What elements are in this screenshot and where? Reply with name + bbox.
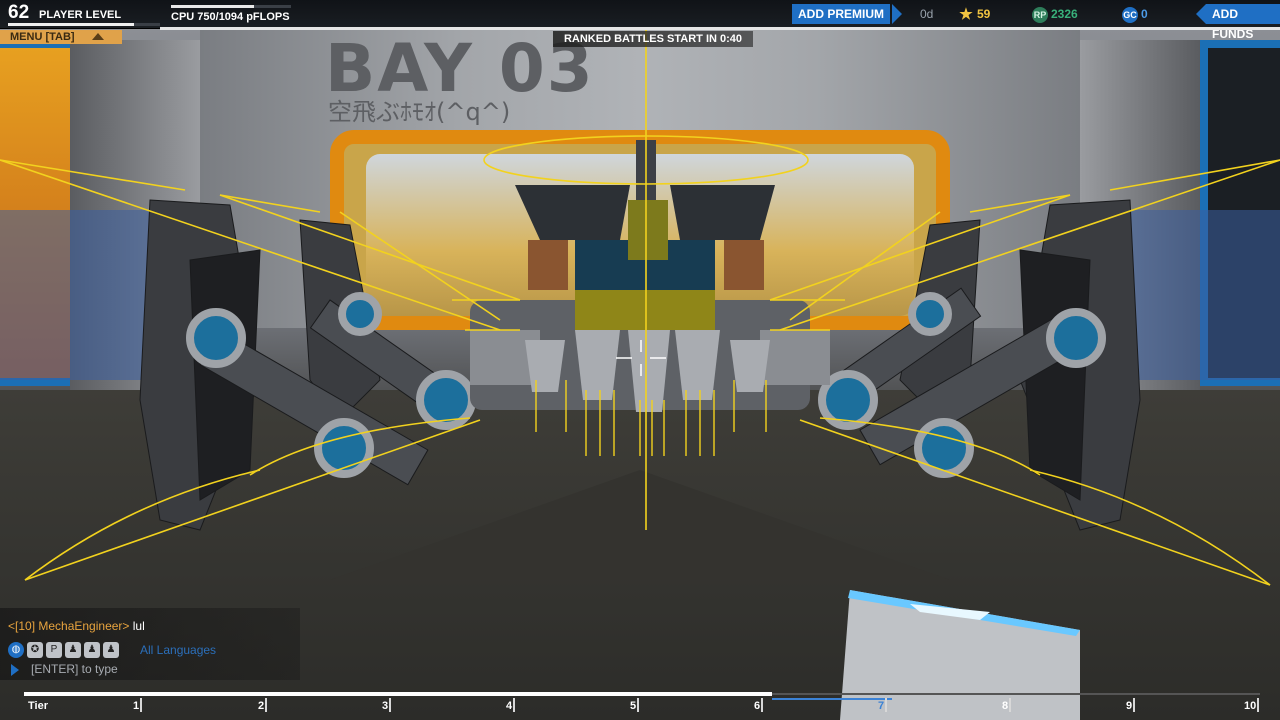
tier-4-button[interactable]: 4 (506, 700, 512, 712)
player-level-label: PLAYER LEVEL (39, 9, 122, 21)
galaxy-coins-value: 0 (1141, 7, 1148, 21)
tier-tick (389, 698, 391, 712)
robits-stat: RP 2326 (1032, 5, 1078, 23)
level-progress-bar (8, 23, 160, 26)
tier-tick (140, 698, 142, 712)
left-legs (139, 199, 462, 531)
menu-arrow-icon (92, 33, 104, 40)
chat-caret-icon (11, 664, 19, 676)
robits-value: 2326 (1051, 7, 1078, 21)
star-icon: ★ (959, 5, 973, 23)
chat-language-selector[interactable]: All Languages (140, 643, 216, 657)
tier-label: Tier (28, 700, 48, 712)
tier-tick (761, 698, 763, 712)
tier-progress-fill (24, 692, 772, 696)
top-divider (160, 27, 1280, 30)
ranked-countdown: RANKED BATTLES START IN 0:40 (553, 31, 753, 47)
galaxy-coin-icon: GC (1122, 6, 1138, 23)
stars-stat: ★ 59 (958, 5, 990, 23)
tier-tick (513, 698, 515, 712)
tier-1-button[interactable]: 1 (133, 700, 139, 712)
chat-sender[interactable]: <[10] MechaEngineer> (8, 619, 129, 633)
chat-message: <[10] MechaEngineer> lul (8, 619, 145, 633)
chat-message-text: lul (132, 619, 145, 633)
tier-tick (1009, 698, 1011, 712)
chat-input-placeholder[interactable]: [ENTER] to type (31, 662, 118, 676)
add-funds-button[interactable]: ADD FUNDS (1206, 4, 1280, 41)
globe-icon[interactable]: ◍ (8, 641, 24, 658)
funds-arrow-icon (1196, 4, 1206, 24)
tier-tick (637, 698, 639, 712)
tier-tick (885, 698, 887, 712)
galaxy-coins-stat: GC 0 (1122, 5, 1148, 23)
tier-2-button[interactable]: 2 (258, 700, 264, 712)
friend-icon[interactable]: ♟ (65, 641, 81, 658)
group-icon[interactable]: ♟ (103, 641, 119, 658)
player-level-value: 62 (8, 2, 30, 23)
premium-arrow-icon (892, 4, 902, 24)
tier-3-button[interactable]: 3 (382, 700, 388, 712)
robot-body (470, 140, 830, 412)
tier-10-button[interactable]: 10 (1244, 700, 1256, 712)
chat-channel-icons: ◍ ✪ P ♟ ♟ ♟ (8, 641, 122, 659)
party-icon[interactable]: P (46, 641, 62, 658)
tier-8-button[interactable]: 8 (1002, 700, 1008, 712)
cpu-progress-bar (171, 5, 291, 8)
top-bar: 62 PLAYER LEVEL CPU 750/1094 pFLOPS ADD … (0, 0, 1280, 41)
stars-value: 59 (977, 7, 991, 21)
tier-tick (1133, 698, 1135, 712)
tier-6-button[interactable]: 6 (754, 700, 760, 712)
cpu-label: CPU 750/1094 pFLOPS (171, 11, 290, 23)
add-premium-button[interactable]: ADD PREMIUM (792, 4, 890, 24)
friends-icon[interactable]: ♟ (84, 641, 100, 658)
tier-5-button[interactable]: 5 (630, 700, 636, 712)
clan-icon[interactable]: ✪ (27, 641, 43, 658)
right-legs (829, 199, 1141, 531)
tier-selected-marker (772, 698, 892, 700)
premium-days: 0d (920, 7, 934, 21)
tier-9-button[interactable]: 9 (1126, 700, 1132, 712)
robits-icon: RP (1032, 6, 1048, 23)
tier-tick (1257, 698, 1259, 712)
tier-7-button[interactable]: 7 (878, 700, 884, 712)
tier-tick (265, 698, 267, 712)
